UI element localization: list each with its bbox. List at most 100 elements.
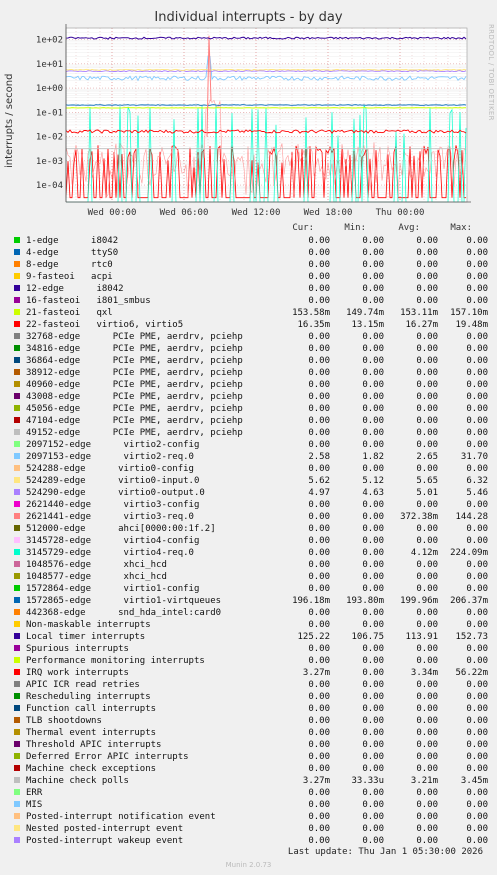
legend-label: Posted-interrupt notification event xyxy=(26,812,216,822)
y-tick-label: 1e-02 xyxy=(36,133,63,143)
legend-value-cur: 0.00 xyxy=(308,608,330,618)
legend-value-min: 0.00 xyxy=(362,572,384,582)
legend-value-min: 0.00 xyxy=(362,608,384,618)
legend-value-cur: 0.00 xyxy=(308,812,330,822)
legend-value-min: 5.12 xyxy=(362,476,384,486)
legend-swatch xyxy=(14,333,20,339)
legend-label: Machine check polls xyxy=(26,776,129,786)
legend-value-min: 0.00 xyxy=(362,440,384,450)
legend-label: APIC ICR read retries xyxy=(26,680,140,690)
legend-label: 49152-edge PCIe PME, aerdrv, pciehp xyxy=(26,428,243,438)
x-tick-label: Wed 18:00 xyxy=(304,208,353,218)
legend-swatch xyxy=(14,381,20,387)
legend-swatch xyxy=(14,249,20,255)
legend-value-max: 0.00 xyxy=(466,404,488,414)
legend-value-max: 0.00 xyxy=(466,440,488,450)
legend-value-max: 0.00 xyxy=(466,656,488,666)
legend-value-cur: 0.00 xyxy=(308,332,330,342)
legend-value-min: 0.00 xyxy=(362,584,384,594)
legend-value-min: 149.74m xyxy=(346,308,384,318)
legend-label: Posted-interrupt wakeup event xyxy=(26,836,184,846)
legend-value-min: 0.00 xyxy=(362,548,384,558)
legend-value-cur: 0.00 xyxy=(308,404,330,414)
legend-value-max: 157.10m xyxy=(450,308,488,318)
legend-value-cur: 0.00 xyxy=(308,356,330,366)
legend-value-min: 0.00 xyxy=(362,296,384,306)
legend-label: IRQ work interrupts xyxy=(26,668,129,678)
y-tick-label: 1e-01 xyxy=(36,108,63,118)
legend-value-max: 0.00 xyxy=(466,788,488,798)
legend-swatch xyxy=(14,705,20,711)
legend-value-cur: 0.00 xyxy=(308,692,330,702)
legend-value-min: 1.82 xyxy=(362,452,384,462)
legend-value-max: 0.00 xyxy=(466,260,488,270)
legend-value-max: 5.46 xyxy=(466,488,488,498)
legend-label: TLB shootdowns xyxy=(26,716,102,726)
legend-value-cur: 0.00 xyxy=(308,392,330,402)
legend-value-cur: 0.00 xyxy=(308,284,330,294)
legend-value-max: 0.00 xyxy=(466,704,488,714)
legend-swatch xyxy=(14,345,20,351)
legend-value-max: 0.00 xyxy=(466,536,488,546)
legend-label: 512000-edge ahci[0000:00:1f.2] xyxy=(26,524,216,534)
legend-swatch xyxy=(14,693,20,699)
legend-value-cur: 125.22 xyxy=(297,632,330,642)
legend-value-min: 0.00 xyxy=(362,332,384,342)
legend-value-max: 0.00 xyxy=(466,620,488,630)
legend-label: 43008-edge PCIe PME, aerdrv, pciehp xyxy=(26,392,243,402)
legend-label: 40960-edge PCIe PME, aerdrv, pciehp xyxy=(26,380,243,390)
interrupts-plot: 1e-04 1e-03 1e-02 1e-01 1e+00 1e+01 1e+02 Wed 0… xyxy=(36,24,471,218)
legend-label: 21-fasteoi qxl xyxy=(26,308,113,318)
legend-swatch xyxy=(14,597,20,603)
legend-swatch xyxy=(14,285,20,291)
x-tick-label: Wed 00:00 xyxy=(88,208,137,218)
legend-value-max: 0.00 xyxy=(466,284,488,294)
legend-swatch xyxy=(14,609,20,615)
legend-swatch xyxy=(14,489,20,495)
legend-swatch xyxy=(14,501,20,507)
legend-value-min: 4.63 xyxy=(362,488,384,498)
legend-value-max: 0.00 xyxy=(466,644,488,654)
legend-label: Threshold APIC interrupts xyxy=(26,740,162,750)
legend-value-max: 0.00 xyxy=(466,716,488,726)
x-tick-label: Wed 06:00 xyxy=(160,208,209,218)
legend-value-min: 0.00 xyxy=(362,680,384,690)
legend-value-max: 0.00 xyxy=(466,368,488,378)
legend-swatch xyxy=(14,825,20,831)
legend-swatch xyxy=(14,261,20,267)
legend-label: 3145728-edge virtio4-config xyxy=(26,536,200,546)
legend-value-min: 193.80m xyxy=(346,596,384,606)
legend-label: 8-edge rtc0 xyxy=(26,260,113,270)
legend-label: Nested posted-interrupt event xyxy=(26,824,184,834)
legend-label: 1-edge i8042 xyxy=(26,236,119,246)
legend-swatch xyxy=(14,453,20,459)
legend-value-max: 0.00 xyxy=(466,740,488,750)
legend-value-cur: 0.00 xyxy=(308,524,330,534)
header-max: Max: xyxy=(450,223,472,233)
legend-value-cur: 4.97 xyxy=(308,488,330,498)
legend-value-min: 0.00 xyxy=(362,260,384,270)
legend-value-min: 0.00 xyxy=(362,248,384,258)
legend-value-max: 0.00 xyxy=(466,728,488,738)
legend-value-min: 0.00 xyxy=(362,428,384,438)
legend-swatch xyxy=(14,717,20,723)
legend-value-min: 0.00 xyxy=(362,800,384,810)
legend-value-min: 0.00 xyxy=(362,704,384,714)
legend-value-min: 0.00 xyxy=(362,644,384,654)
legend-swatch xyxy=(14,273,20,279)
legend-value-cur: 0.00 xyxy=(308,428,330,438)
legend-label: Non-maskable interrupts xyxy=(26,620,151,630)
legend-value-max: 0.00 xyxy=(466,608,488,618)
legend-value-max: 19.48m xyxy=(455,320,488,330)
legend-value-cur: 0.00 xyxy=(308,548,330,558)
legend-value-max: 0.00 xyxy=(466,836,488,846)
legend-value-max: 0.00 xyxy=(466,380,488,390)
legend-label: 34816-edge PCIe PME, aerdrv, pciehp xyxy=(26,344,243,354)
legend-value-cur: 0.00 xyxy=(308,788,330,798)
legend-value-cur: 0.00 xyxy=(308,512,330,522)
legend-value-max: 0.00 xyxy=(466,272,488,282)
legend-label: 524289-edge virtio0-input.0 xyxy=(26,476,200,486)
legend-value-max: 0.00 xyxy=(466,752,488,762)
legend-swatch xyxy=(14,621,20,627)
legend-value-max: 0.00 xyxy=(466,392,488,402)
